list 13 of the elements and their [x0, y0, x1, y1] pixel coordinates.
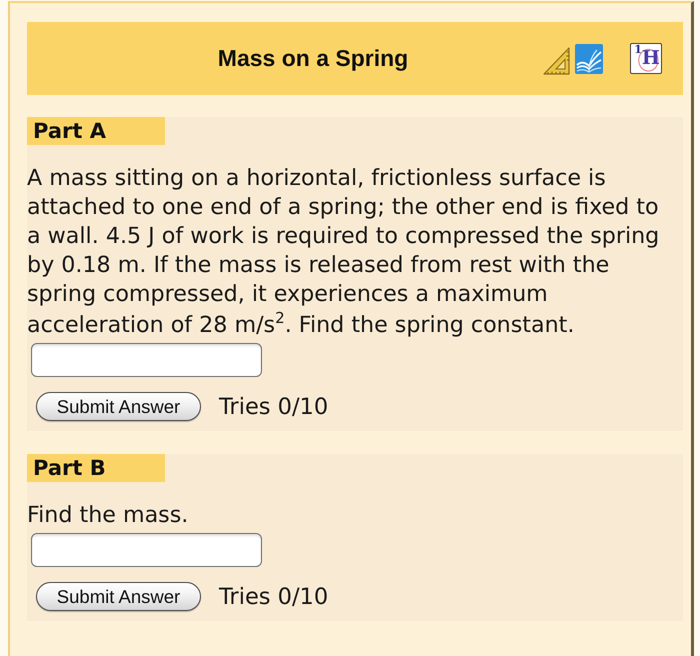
part-label: Part B	[27, 454, 165, 482]
question-text: A mass sitting on a horizontal, frictionless surface is attached to one end of a spring; the other end is fixed to a wall. 4.5 J of work is required to compressed the spring by 0.18 m. If the mass is released from rest with the spring compressed, it experiences a maximum acceleration of 28 m/s$^{2}$. Find the spring constant.	[27, 164, 660, 340]
periodic-table-button[interactable]: $^{1}$H	[630, 43, 662, 74]
answer-field[interactable]	[31, 343, 262, 378]
tries-counter: Tries 0/10	[219, 394, 328, 420]
tries-counter: Tries 0/10	[219, 584, 328, 610]
submit-answer-button[interactable]: Submit Answer	[36, 392, 201, 422]
answer-field[interactable]	[31, 533, 262, 568]
book-icon[interactable]	[575, 44, 603, 74]
part-label: Part A	[27, 117, 165, 145]
question-text: Find the mass.	[27, 501, 190, 530]
problem-title: Mass on a Spring	[218, 45, 408, 72]
submit-answer-button[interactable]: Submit Answer	[36, 582, 201, 612]
